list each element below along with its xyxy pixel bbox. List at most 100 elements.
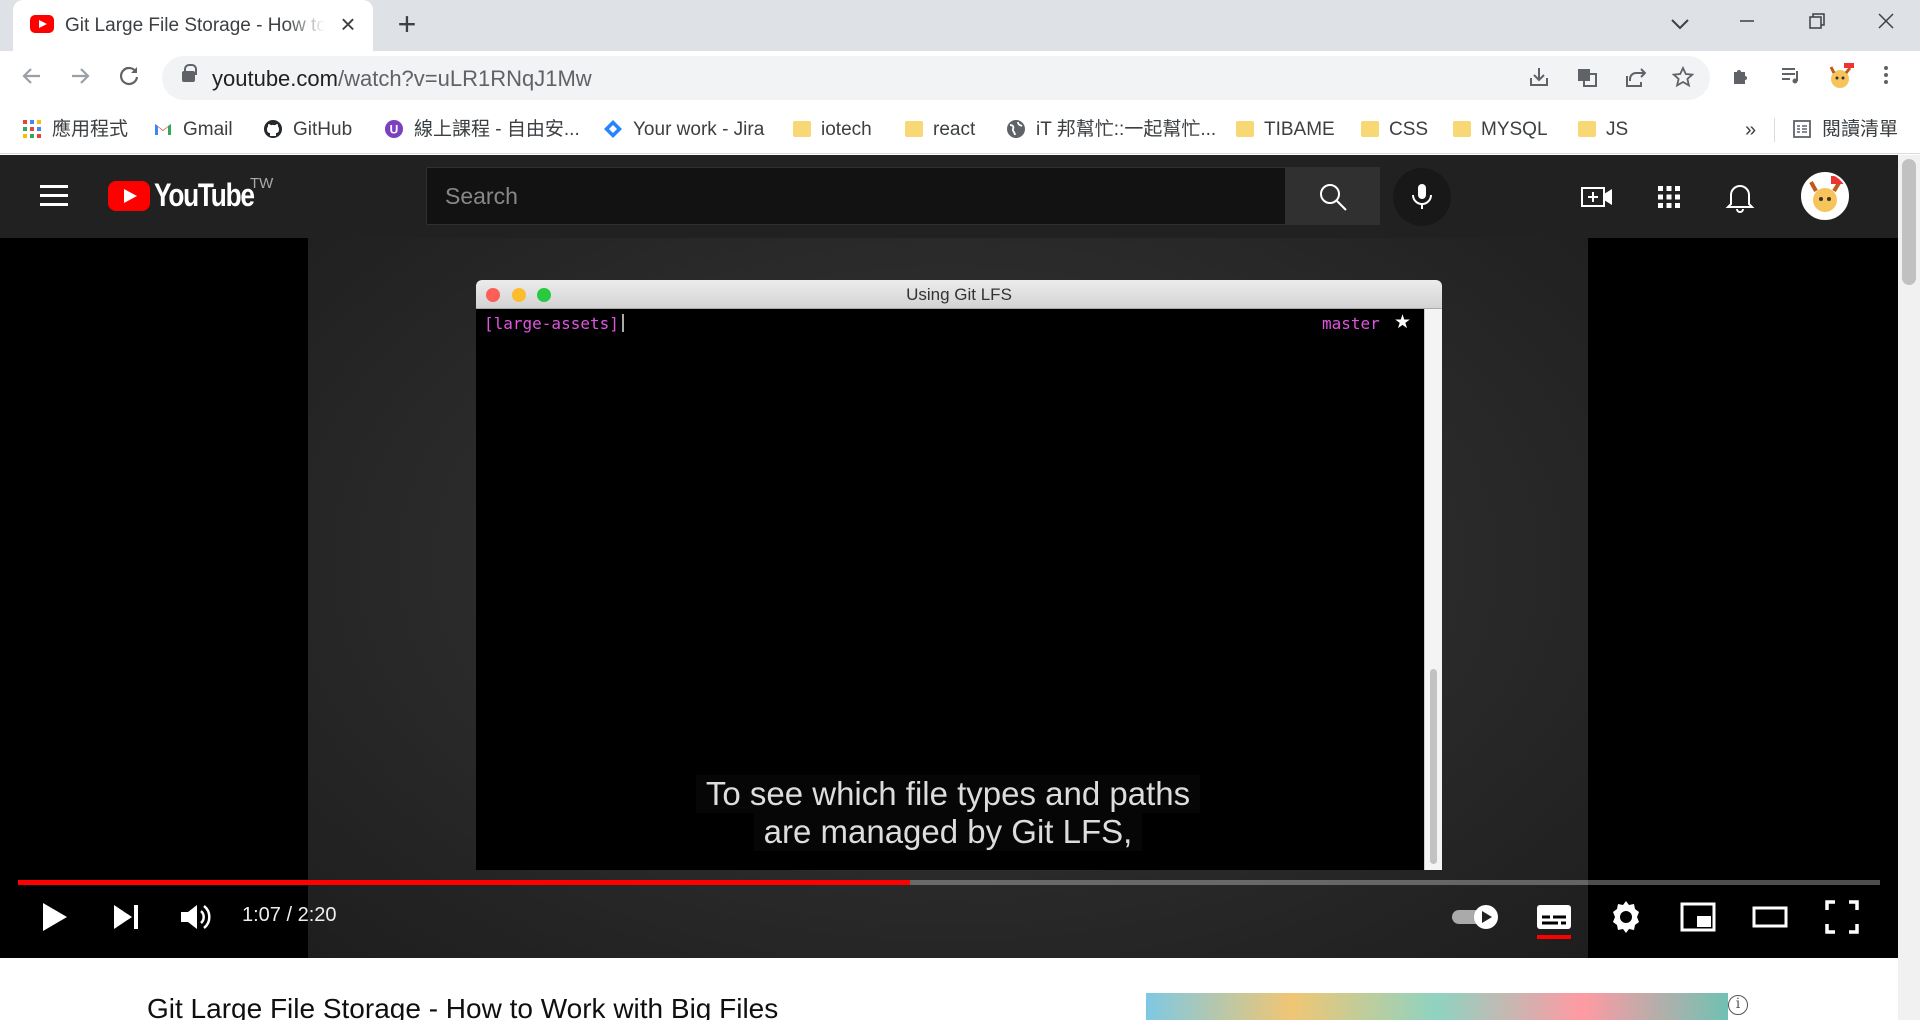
play-icon: [43, 903, 67, 931]
folder-icon: [1453, 121, 1471, 137]
minimize-button[interactable]: [1727, 8, 1767, 38]
bookmark-label: react: [933, 119, 976, 140]
search-box[interactable]: [426, 167, 1286, 225]
terminal-star-icon: ★: [1394, 312, 1412, 333]
next-button[interactable]: [106, 897, 146, 937]
autoplay-toggle[interactable]: [1450, 897, 1504, 937]
bookmark-jira[interactable]: Your work - Jira: [603, 116, 764, 144]
video-frame[interactable]: Using Git LFS [large-assets] master ★ To…: [308, 238, 1588, 958]
info-icon[interactable]: i: [1728, 995, 1748, 1015]
play-button[interactable]: [34, 897, 74, 937]
hamburger-menu-icon[interactable]: [40, 185, 68, 207]
bookmark-ithelp[interactable]: iT 邦幫忙::一起幫忙...: [1006, 116, 1216, 144]
progress-bar[interactable]: [18, 880, 1880, 885]
chrome-menu-icon[interactable]: [1872, 63, 1900, 91]
bookmark-star-icon[interactable]: [1670, 65, 1696, 92]
bookmark-label: MYSQL: [1481, 119, 1548, 140]
apps-icon[interactable]: [1651, 179, 1687, 215]
reading-list-icon: [1792, 119, 1812, 139]
bookmark-github[interactable]: GitHub: [263, 116, 352, 144]
reading-list-label: 閱讀清單: [1822, 119, 1899, 140]
bookmark-label: CSS: [1389, 119, 1429, 140]
tab-search-chevron-icon[interactable]: [1660, 8, 1700, 38]
video-title: Git Large File Storage - How to Work wit…: [147, 993, 779, 1020]
bookmark-course[interactable]: U 線上課程 - 自由安...: [384, 116, 580, 144]
bookmark-label: JS: [1606, 119, 1629, 140]
bookmark-mysql[interactable]: MYSQL: [1453, 116, 1548, 144]
theater-mode-button[interactable]: [1750, 897, 1790, 937]
bookmark-tibame[interactable]: TIBAME: [1236, 116, 1335, 144]
search-input[interactable]: [427, 168, 1285, 224]
url-text[interactable]: youtube.com/watch?v=uLR1RNqJ1Mw: [212, 66, 592, 92]
page-scrollbar[interactable]: [1898, 155, 1920, 1020]
close-window-button[interactable]: [1866, 8, 1906, 38]
svg-text:U: U: [390, 123, 399, 137]
theater-mode-icon: [1752, 906, 1788, 928]
forward-button[interactable]: [64, 63, 96, 95]
notifications-bell-icon[interactable]: [1722, 179, 1758, 215]
autoplay-toggle-icon: [1452, 905, 1498, 929]
settings-button[interactable]: [1606, 897, 1646, 937]
restore-button[interactable]: [1797, 8, 1837, 38]
reload-button[interactable]: [113, 63, 145, 95]
fullscreen-icon: [1825, 900, 1859, 934]
bookmark-label: 線上課程 - 自由安...: [414, 119, 580, 140]
bookmark-react[interactable]: react: [905, 116, 975, 144]
install-app-icon[interactable]: [1526, 66, 1552, 92]
apps-grid-icon: [22, 119, 42, 139]
folder-icon: [1361, 121, 1379, 137]
bookmarks-divider: [1774, 118, 1775, 142]
reading-list-button[interactable]: 閱讀清單: [1792, 116, 1898, 144]
browser-toolbar: youtube.com/watch?v=uLR1RNqJ1Mw: [0, 51, 1920, 106]
search-button[interactable]: [1285, 167, 1380, 225]
profile-avatar-icon[interactable]: [1824, 61, 1856, 93]
bookmark-apps[interactable]: 應用程式: [22, 116, 128, 144]
subtitles-button[interactable]: [1533, 897, 1577, 939]
translate-icon[interactable]: [1574, 66, 1600, 92]
page-scroll-thumb[interactable]: [1902, 159, 1916, 285]
bookmark-js[interactable]: JS: [1578, 116, 1628, 144]
user-avatar[interactable]: [1801, 172, 1849, 220]
back-button[interactable]: [16, 63, 48, 95]
video-player[interactable]: Using Git LFS [large-assets] master ★ To…: [0, 238, 1898, 958]
bookmark-iotech[interactable]: iotech: [793, 116, 872, 144]
fullscreen-button[interactable]: [1822, 897, 1862, 937]
share-icon[interactable]: [1622, 66, 1648, 92]
youtube-header: YouTube TW: [0, 155, 1920, 238]
address-bar[interactable]: youtube.com/watch?v=uLR1RNqJ1Mw: [162, 56, 1710, 100]
bookmark-label: 應用程式: [52, 119, 129, 140]
youtube-logo-icon[interactable]: [108, 181, 150, 211]
extensions-icon[interactable]: [1728, 63, 1756, 91]
new-tab-button[interactable]: +: [392, 8, 422, 40]
bookmarks-overflow-button[interactable]: »: [1745, 116, 1756, 144]
volume-icon: [181, 905, 211, 929]
video-caption: To see which file types and paths are ma…: [308, 775, 1588, 851]
caption-line-2: are managed by Git LFS,: [753, 813, 1143, 851]
youtube-logo-text[interactable]: YouTube: [154, 177, 255, 214]
bookmark-label: iT 邦幫忙::一起幫忙...: [1036, 119, 1217, 140]
jira-icon: [603, 119, 623, 139]
bookmark-css[interactable]: CSS: [1361, 116, 1428, 144]
bookmarks-bar: 應用程式 Gmail GitHub U 線上課程 - 自由安... Your wo…: [0, 106, 1920, 154]
voice-search-button[interactable]: [1393, 168, 1451, 226]
lock-icon[interactable]: [182, 64, 197, 82]
miniplayer-button[interactable]: [1678, 897, 1718, 937]
tab-title: Git Large File Storage - How to Work wit…: [65, 15, 325, 36]
terminal-cursor: [622, 314, 624, 332]
subtitles-icon: [1537, 905, 1571, 939]
tab-close-icon[interactable]: ×: [335, 11, 361, 37]
bookmark-label: TIBAME: [1264, 119, 1335, 140]
ad-thumbnail[interactable]: [1146, 993, 1728, 1020]
folder-icon: [793, 121, 811, 137]
bookmark-gmail[interactable]: Gmail: [153, 116, 233, 144]
terminal-title: Using Git LFS: [906, 285, 1012, 304]
folder-icon: [905, 121, 923, 137]
browser-tab[interactable]: Git Large File Storage - How to Work wit…: [13, 0, 373, 51]
bookmark-label: Your work - Jira: [633, 119, 765, 140]
media-control-icon[interactable]: [1777, 63, 1805, 91]
bookmark-label: GitHub: [293, 119, 353, 140]
tab-strip: Git Large File Storage - How to Work wit…: [0, 0, 1920, 51]
create-video-icon[interactable]: [1579, 179, 1615, 215]
volume-button[interactable]: [176, 897, 216, 937]
skip-next-icon: [114, 905, 138, 929]
